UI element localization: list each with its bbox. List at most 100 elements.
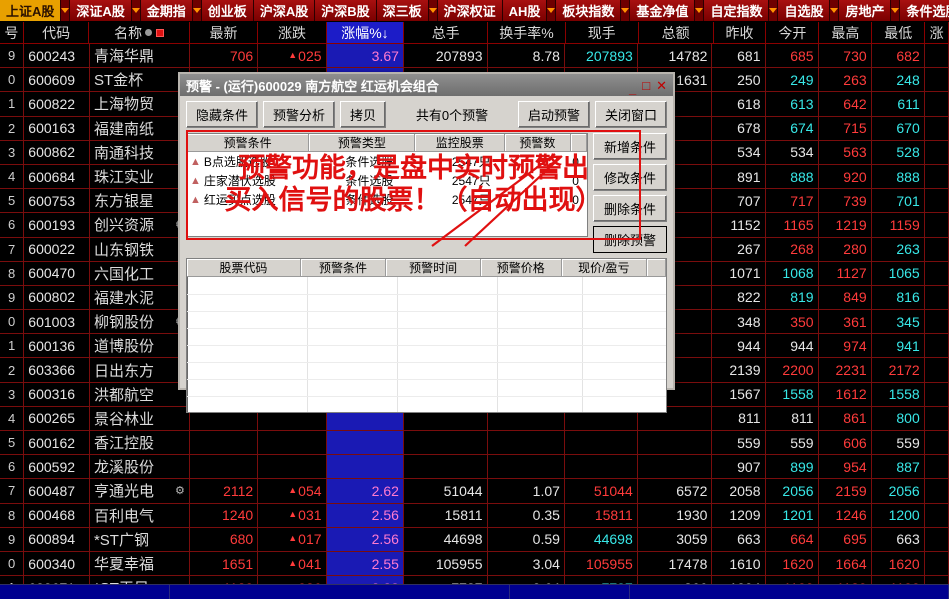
- result-col-header-5[interactable]: [647, 259, 666, 276]
- cell-prev: 618: [712, 92, 766, 116]
- cell-code: 601003: [24, 310, 90, 334]
- market-tab-4[interactable]: 沪深A股: [253, 0, 316, 21]
- column-header-3[interactable]: 最新: [190, 22, 259, 43]
- market-tab-8[interactable]: AH股: [502, 0, 548, 21]
- cell-idx: 8: [0, 503, 25, 527]
- result-col-header-0[interactable]: 股票代码: [187, 259, 301, 276]
- column-header-6[interactable]: 总手: [404, 22, 489, 43]
- cell-code: 603366: [24, 358, 90, 382]
- cell-high: 849: [819, 285, 872, 310]
- table-row[interactable]: 9 600243 青海华鼎 706 ▲ 025 3.67 207893 8.78 207893 14…: [0, 44, 949, 69]
- cell-prev: 1209: [712, 503, 766, 527]
- column-header-2[interactable]: 名称: [89, 22, 190, 43]
- cell-prev: 678: [712, 116, 766, 140]
- result-col-header-2[interactable]: 预警时间: [386, 259, 481, 276]
- grid-line-h: [187, 328, 666, 329]
- callout-line-1: 预警功能，是盘中实时预警出: [238, 153, 589, 185]
- tab-dropdown-arrow-icon-12[interactable]: [830, 0, 840, 21]
- column-header-1[interactable]: 代码: [24, 22, 90, 43]
- tab-dropdown-arrow-icon-1[interactable]: [131, 0, 141, 21]
- maximize-icon[interactable]: □: [640, 79, 652, 92]
- market-tab-0[interactable]: 上证A股: [0, 0, 62, 21]
- column-header-0[interactable]: 号: [0, 22, 24, 43]
- alert-dialog[interactable]: 预警 - (运行)600029 南方航空 红运机会组合 _ □ ✕ 隐藏条件 预…: [178, 72, 675, 413]
- table-row[interactable]: 9 600894 *ST广钢 680 ▲ 017 2.56 44698 0.59 44698 305…: [0, 527, 949, 552]
- column-header-13[interactable]: 最低: [872, 22, 926, 43]
- cell-name: 道博股份: [90, 334, 190, 358]
- gear-icon[interactable]: ⚙: [175, 484, 185, 497]
- start-alert-button[interactable]: 启动预警: [517, 101, 590, 128]
- tab-dropdown-arrow-icon-6[interactable]: [428, 0, 438, 21]
- market-tab-11[interactable]: 自定指数: [704, 0, 770, 21]
- result-col-header-1[interactable]: 预警条件: [301, 259, 387, 276]
- annotation-callout-box: 预警功能，是盘中实时预警出 买入信号的股票！（自动出现）: [186, 130, 641, 240]
- cell-extra: [925, 116, 949, 140]
- column-header-7[interactable]: 换手率%: [488, 22, 566, 43]
- cell-code: 600802: [24, 285, 90, 310]
- market-tab-13[interactable]: 房地产: [839, 0, 892, 21]
- result-col-header-3[interactable]: 预警价格: [481, 259, 562, 276]
- cell-vol: 207893: [404, 44, 488, 68]
- table-row[interactable]: 5 600162 香江控股 559 559 606 559: [0, 431, 949, 456]
- results-header-row: 股票代码 预警条件 预警时间 预警价格 现价/盈亏: [187, 259, 666, 277]
- column-header-14[interactable]: 涨: [925, 22, 949, 43]
- dialog-title-bar: 预警 - (运行)600029 南方航空 红运机会组合 _ □ ✕: [180, 74, 673, 96]
- tab-dropdown-arrow-icon-13[interactable]: [891, 0, 901, 21]
- close-icon[interactable]: ✕: [654, 79, 669, 92]
- minimize-icon[interactable]: _: [627, 82, 638, 95]
- market-tab-3[interactable]: 创业板: [201, 0, 254, 21]
- grid-line-h: [187, 294, 666, 295]
- cell-name: 六国化工: [90, 261, 190, 285]
- cell-name: 龙溪股份: [90, 455, 190, 479]
- alert-results-listbox[interactable]: 股票代码 预警条件 预警时间 预警价格 现价/盈亏: [186, 258, 667, 413]
- column-header-5[interactable]: 涨幅%↓: [326, 22, 405, 43]
- cell-amt: 6572: [638, 479, 713, 503]
- cell-idx: 1: [0, 92, 25, 116]
- cell-prev: 1567: [712, 382, 766, 406]
- cell-name: 亨通光电 ⚙: [90, 479, 190, 503]
- cell-extra: [925, 68, 949, 92]
- cell-extra: [925, 479, 949, 503]
- tab-dropdown-arrow-icon-9[interactable]: [621, 0, 631, 21]
- table-row[interactable]: 0 600340 华夏幸福 1651 ▲ 041 2.55 105955 3.04 105955 1…: [0, 551, 949, 577]
- tab-dropdown-arrow-icon-10[interactable]: [695, 0, 705, 21]
- alert-analysis-button[interactable]: 预警分析: [263, 101, 336, 128]
- cell-open: 899: [766, 455, 819, 479]
- hide-conditions-button[interactable]: 隐藏条件: [186, 101, 259, 128]
- market-tab-9[interactable]: 板块指数: [556, 0, 622, 21]
- column-header-11[interactable]: 今开: [766, 22, 820, 43]
- cell-idx: 6: [0, 455, 25, 479]
- market-tab-14[interactable]: 条件选股: [900, 0, 949, 21]
- cell-prev: 534: [712, 140, 766, 164]
- market-tab-6[interactable]: 深三板: [376, 0, 429, 21]
- column-header-8[interactable]: 现手: [566, 22, 639, 43]
- close-window-button[interactable]: 关闭窗口: [594, 101, 667, 128]
- tab-dropdown-arrow-icon-8[interactable]: [547, 0, 557, 21]
- tab-dropdown-arrow-icon-0[interactable]: [61, 0, 71, 21]
- column-header-9[interactable]: 总额: [639, 22, 714, 43]
- market-tab-2[interactable]: 金期指: [140, 0, 193, 21]
- cell-low: 888: [872, 164, 925, 189]
- market-tab-1[interactable]: 深证A股: [70, 0, 132, 21]
- table-row[interactable]: 8 600468 百利电气 1240 ▲ 031 2.56 15811 0.35 15811 193…: [0, 503, 949, 528]
- table-row[interactable]: 7 600487 亨通光电 ⚙ 2112 ▲ 054 2.62 51044 1.07 51044 65…: [0, 479, 949, 504]
- column-header-4[interactable]: 涨跌: [258, 22, 327, 43]
- result-col-header-4[interactable]: 现价/盈亏: [562, 259, 647, 276]
- market-tab-7[interactable]: 沪深权证: [437, 0, 503, 21]
- column-header-12[interactable]: 最高: [819, 22, 873, 43]
- cell-low: 2172: [872, 358, 925, 382]
- market-tab-12[interactable]: 自选股: [778, 0, 831, 21]
- tab-dropdown-arrow-icon-11[interactable]: [769, 0, 779, 21]
- cell-amt: 14782: [638, 44, 713, 68]
- market-tab-10[interactable]: 基金净值: [630, 0, 696, 21]
- column-header-10[interactable]: 昨收: [714, 22, 767, 43]
- cell-low: 559: [872, 431, 925, 455]
- cell-prev: 1152: [712, 213, 766, 237]
- cell-idx: 5: [0, 431, 25, 455]
- market-tab-5[interactable]: 沪深B股: [315, 0, 377, 21]
- cell-prev: 1071: [712, 261, 766, 285]
- copy-button[interactable]: 拷贝: [340, 101, 387, 128]
- tab-dropdown-arrow-icon-2[interactable]: [192, 0, 202, 21]
- table-row[interactable]: 6 600592 龙溪股份 907 899 954 887: [0, 455, 949, 480]
- cell-vol: 15811: [404, 503, 488, 527]
